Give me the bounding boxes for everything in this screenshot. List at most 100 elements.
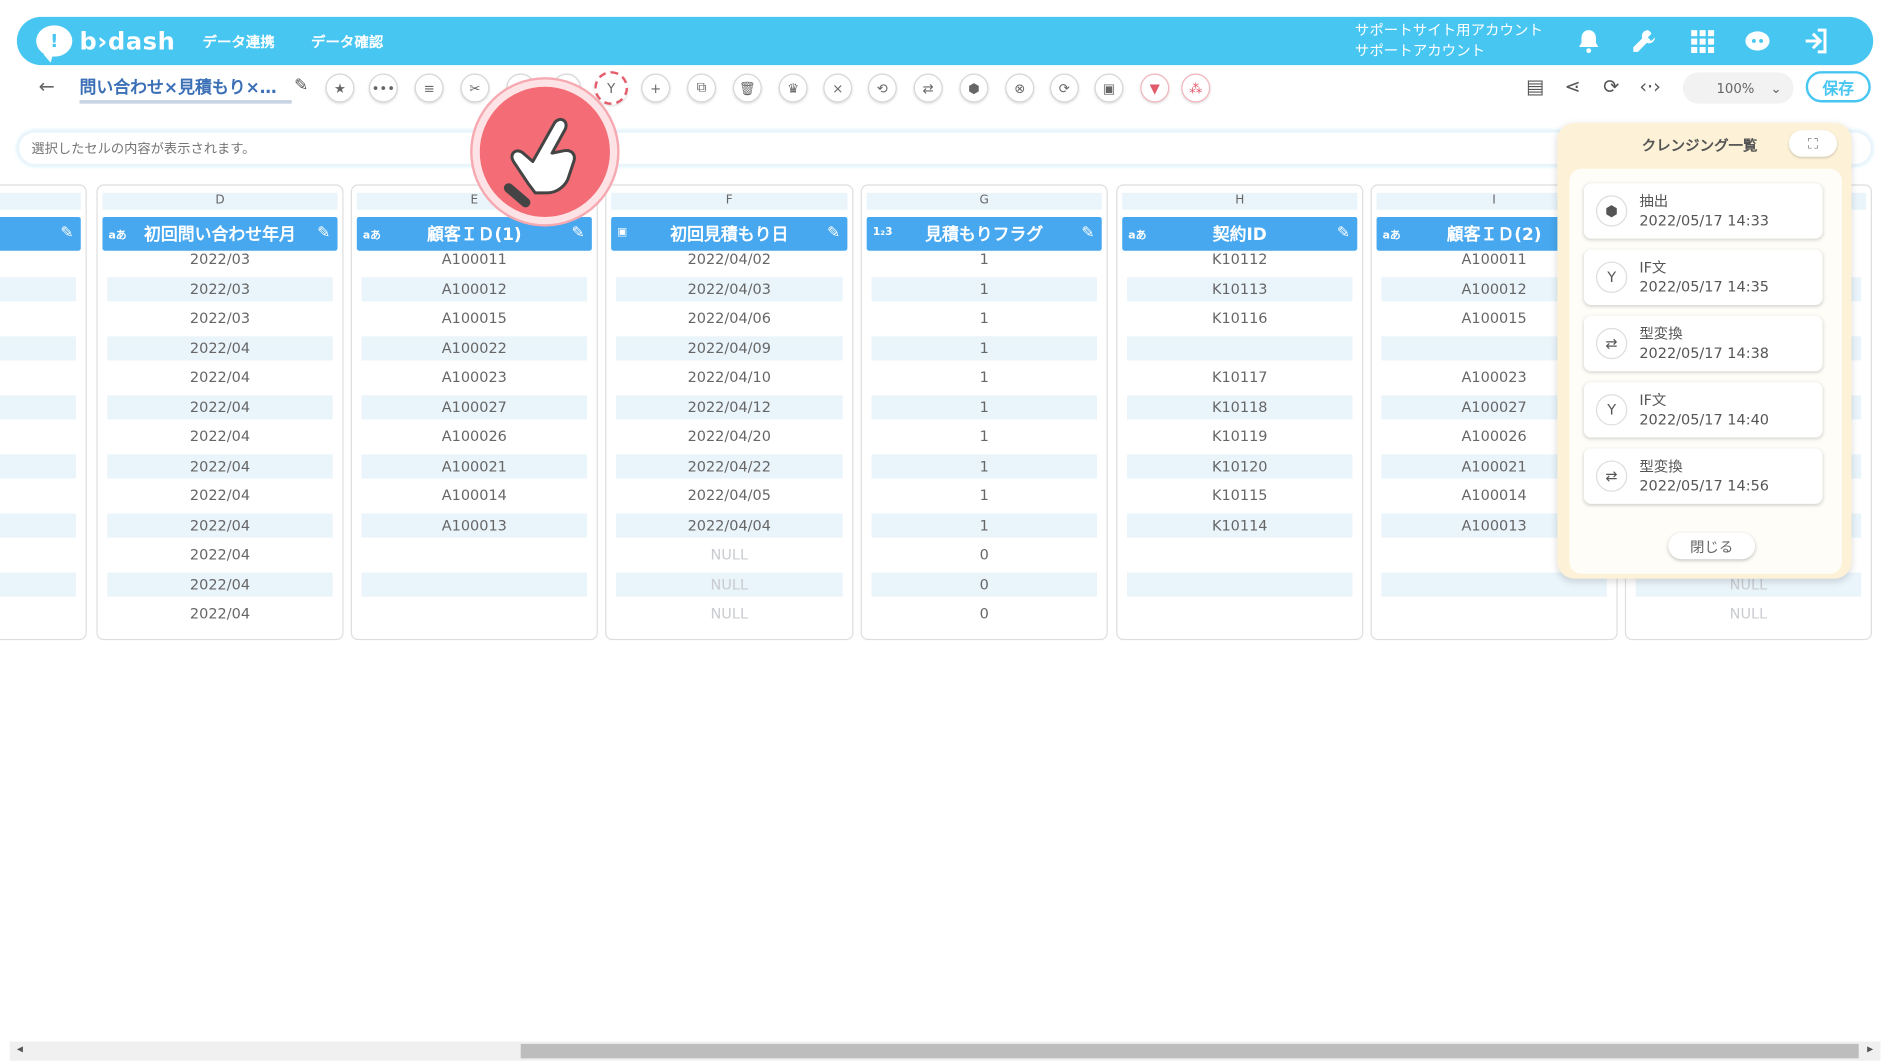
table-cell[interactable] [0, 571, 76, 597]
wrench-icon[interactable] [1630, 27, 1659, 56]
column-letter[interactable]: F [611, 192, 848, 210]
table-cell[interactable]: NULL [616, 542, 843, 566]
nav-data-check[interactable]: データ確認 [311, 31, 383, 51]
table-cell[interactable]: A100012 [361, 276, 588, 301]
dedupe-icon[interactable]: ⁂ [1181, 73, 1211, 103]
type-convert-icon[interactable]: ⇄ [913, 73, 943, 103]
table-cell[interactable]: 1 [872, 365, 1097, 389]
table-cell[interactable]: 1 [872, 424, 1097, 448]
table-cell[interactable]: A100026 [362, 424, 587, 448]
table-cell[interactable]: A100015 [362, 306, 587, 330]
table-cell[interactable]: 2022/03 [107, 247, 332, 271]
cleansing-step-item[interactable]: ⬢ 抽出 2022/05/17 14:33 [1583, 183, 1823, 239]
table-cell[interactable] [0, 394, 76, 419]
clipboard-icon[interactable]: ▤ [1526, 75, 1544, 98]
table-cell[interactable]: 1 [871, 394, 1097, 419]
cleansing-step-item[interactable]: ⇄ 型変換 2022/05/17 14:56 [1583, 448, 1823, 504]
table-cell[interactable]: K10112 [1127, 247, 1352, 271]
table-cell[interactable]: 0 [872, 601, 1097, 625]
table-cell[interactable]: 1 [871, 512, 1097, 538]
table-cell[interactable]: A100021 [361, 453, 588, 478]
add-column-icon[interactable]: + [641, 73, 671, 103]
table-cell[interactable] [1381, 601, 1606, 625]
cleansing-step-item[interactable]: ⇄ 型変換 2022/05/17 14:38 [1583, 315, 1823, 372]
table-cell[interactable] [0, 483, 76, 507]
filter-icon[interactable]: ▼ [1140, 73, 1170, 103]
table-cell[interactable]: A100014 [362, 483, 587, 507]
table-cell[interactable] [0, 601, 76, 625]
table-cell[interactable]: 1 [871, 335, 1097, 360]
table-cell[interactable]: K10119 [1127, 424, 1352, 448]
column-letter[interactable]: D [102, 192, 338, 210]
table-cell[interactable] [362, 542, 587, 566]
frame-icon[interactable]: ▣ [1094, 73, 1124, 103]
bell-icon[interactable] [1574, 27, 1603, 56]
table-cell[interactable]: 0 [871, 571, 1097, 597]
table-cell[interactable]: 2022/04/20 [616, 424, 843, 448]
table-cell[interactable] [362, 601, 587, 625]
expand-icon[interactable]: ⛶ [1788, 130, 1838, 157]
nav-data-integration[interactable]: データ連携 [203, 31, 275, 51]
table-cell[interactable] [0, 542, 76, 566]
table-cell[interactable]: K10115 [1127, 483, 1352, 507]
column-header[interactable]: 1₂3 見積もりフラグ ✎ [866, 216, 1102, 251]
table-cell[interactable] [0, 512, 76, 538]
back-arrow-icon[interactable]: ← [39, 75, 55, 98]
bdash-logo[interactable]: ! b›dash [36, 24, 175, 63]
table-cell[interactable]: 2022/04 [107, 424, 332, 448]
close-panel-button[interactable]: 閉じる [1668, 532, 1756, 560]
table-cell[interactable]: 2022/03 [107, 306, 332, 330]
table-cell[interactable]: K10117 [1127, 365, 1352, 389]
delete-icon[interactable]: 🗑 [732, 73, 762, 103]
edit-title-pencil-icon[interactable]: ✎ [294, 76, 308, 95]
merge-icon[interactable]: ⨯ [823, 73, 853, 103]
edit-column-pencil-icon[interactable]: ✎ [60, 224, 73, 242]
remove-icon[interactable]: ⊗ [1005, 73, 1035, 103]
table-cell[interactable] [0, 276, 76, 301]
edit-column-pencil-icon[interactable]: ✎ [317, 224, 330, 242]
table-cell[interactable] [1127, 542, 1352, 566]
table-cell[interactable]: 2022/04 [107, 453, 333, 478]
table-cell[interactable]: K10114 [1127, 512, 1353, 538]
repeat-icon[interactable]: ⟲ [867, 73, 897, 103]
column-header[interactable]: ラグ✎ [0, 216, 81, 251]
table-cell[interactable]: 2022/04 [107, 571, 333, 597]
zoom-select[interactable]: 100% ⌄ [1682, 72, 1794, 104]
table-cell[interactable] [0, 424, 76, 448]
table-cell[interactable]: A100027 [361, 394, 588, 419]
more-dots-icon[interactable]: ••• [368, 73, 398, 103]
horizontal-scrollbar[interactable]: ◂ ▸ [9, 1041, 1881, 1061]
cell-content-input[interactable] [31, 137, 1478, 160]
document-title[interactable]: 問い合わせ×見積もり×… [79, 75, 292, 104]
table-cell[interactable]: 2022/04/10 [616, 365, 843, 389]
table-cell[interactable]: 1 [871, 453, 1097, 478]
share-icon[interactable]: ⋖ [1565, 75, 1581, 98]
refresh-doc-icon[interactable]: ⟳ [1603, 75, 1619, 98]
table-cell[interactable]: 2022/03 [107, 276, 333, 301]
table-cell[interactable] [1127, 335, 1353, 360]
table-cell[interactable]: 2022/04/03 [615, 276, 843, 301]
copy-icon[interactable]: ⧉ [687, 73, 717, 103]
column-header[interactable]: aあ 契約ID ✎ [1122, 216, 1358, 251]
save-button[interactable]: 保存 [1805, 71, 1871, 103]
table-cell[interactable]: A100023 [362, 365, 587, 389]
edit-column-pencil-icon[interactable]: ✎ [571, 224, 584, 242]
cleansing-step-item[interactable]: Y IF文 2022/05/17 14:35 [1583, 249, 1823, 305]
favorite-star-icon[interactable]: ★ [325, 73, 355, 103]
table-cell[interactable]: 2022/04/06 [616, 306, 843, 330]
cleansing-step-item[interactable]: Y IF文 2022/05/17 14:40 [1583, 382, 1823, 438]
table-cell[interactable]: NULL [615, 571, 843, 597]
logout-icon[interactable] [1801, 27, 1830, 56]
table-cell[interactable] [0, 365, 76, 389]
column-header[interactable]: ▣ 初回見積もり日 ✎ [611, 216, 848, 251]
column-letter[interactable] [0, 192, 81, 210]
table-cell[interactable]: 2022/04/02 [616, 247, 843, 271]
table-cell[interactable]: 1 [871, 276, 1097, 301]
table-cell[interactable]: K10116 [1127, 306, 1352, 330]
column-letter[interactable]: H [1122, 192, 1358, 210]
table-cell[interactable]: 2022/04/12 [615, 394, 843, 419]
account-info[interactable]: サポートサイト用アカウント サポートアカウント [1355, 20, 1543, 61]
code-view-icon[interactable]: ‹·› [1639, 75, 1661, 98]
table-cell[interactable]: 2022/04 [107, 365, 332, 389]
table-cell[interactable] [0, 306, 76, 330]
